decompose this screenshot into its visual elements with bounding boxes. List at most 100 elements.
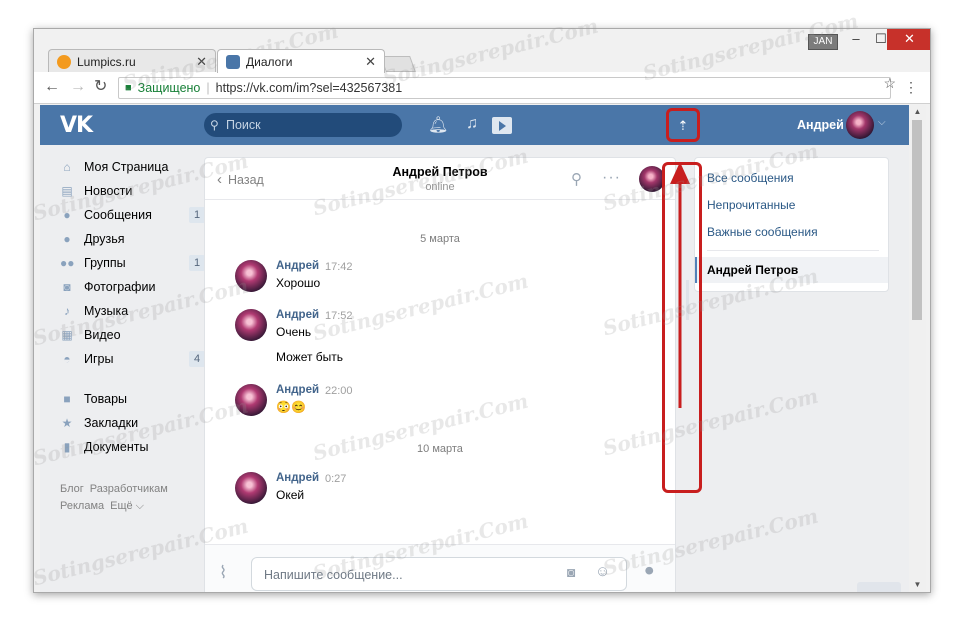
browser-window: Lumpics.ru ✕ Диалоги ✕ JAN – ☐ ✕ ← → ↻ ■…: [33, 28, 931, 593]
vk-header: VK ⚲ Поиск 🔔︎ ♫ ⇡ Андрей ⌵: [40, 105, 909, 145]
footer-link-developers[interactable]: Разработчикам: [90, 483, 168, 495]
minimize-button[interactable]: –: [842, 29, 870, 50]
back-arrow-icon[interactable]: ←: [44, 78, 60, 96]
nav-item-music[interactable]: ♪ Музыка: [60, 299, 205, 323]
secure-label: Защищено: [137, 81, 201, 95]
document-icon: ▮: [63, 440, 71, 454]
camera-icon[interactable]: ◙: [567, 564, 575, 580]
message-composer: ⌇ Напишите сообщение... ◙ ☺ ⏺: [205, 544, 675, 592]
camera-icon: ◙: [63, 280, 71, 294]
scroll-up-arrow-icon[interactable]: ▲: [909, 107, 926, 116]
tab-lumpics[interactable]: Lumpics.ru ✕: [48, 49, 216, 73]
message-author[interactable]: Андрей: [276, 309, 319, 321]
menu-dots-icon[interactable]: ⋮: [904, 78, 918, 96]
nav-label: Документы: [84, 440, 149, 454]
bell-icon[interactable]: 🔔︎: [428, 115, 448, 135]
chat-panel: ‹ Назад Андрей Петров online ⚲ ··· 5 март…: [204, 157, 676, 592]
nav-label: Группы: [84, 256, 126, 270]
profile-badge[interactable]: JAN: [808, 34, 838, 50]
nav-item-bookmarks[interactable]: ★ Закладки: [60, 411, 205, 435]
search-placeholder: Поиск: [226, 118, 261, 132]
nav-label: Фотографии: [84, 280, 156, 294]
nav-label: Друзья: [84, 232, 125, 246]
close-tab-icon[interactable]: ✕: [196, 54, 207, 70]
scrollbar-thumb[interactable]: [912, 120, 922, 320]
new-tab-button[interactable]: [380, 56, 416, 72]
nav-item-games[interactable]: ◓ Игры 4: [60, 347, 205, 371]
home-icon: ⌂: [63, 160, 71, 174]
smile-icon[interactable]: ☺: [595, 563, 610, 580]
message-text: Хорошо: [276, 276, 321, 290]
bag-icon: ■: [63, 392, 71, 406]
message-author[interactable]: Андрей: [276, 384, 319, 396]
scroll-up-button[interactable]: ⇡: [666, 108, 700, 142]
nav-label: Новости: [84, 184, 133, 198]
paperclip-icon[interactable]: ⌇: [219, 563, 227, 583]
message-time: 17:52: [325, 310, 353, 322]
message-author[interactable]: Андрей: [276, 472, 319, 484]
selected-dialog[interactable]: Андрей Петров: [695, 257, 888, 283]
vk-logo[interactable]: VK: [60, 113, 93, 138]
message-time: 22:00: [325, 385, 353, 397]
lumpics-favicon-icon: [57, 54, 71, 69]
panel-divider: [707, 250, 879, 251]
header-user-name[interactable]: Андрей: [797, 118, 844, 132]
tab-dialogs[interactable]: Диалоги ✕: [217, 49, 385, 73]
nav-item-goods[interactable]: ■ Товары: [60, 387, 205, 411]
vk-messages-favicon-icon: [226, 54, 240, 69]
avatar[interactable]: [846, 111, 874, 139]
close-tab-icon[interactable]: ✕: [365, 54, 376, 70]
bookmark-star-icon[interactable]: ☆: [883, 75, 896, 92]
filter-all-messages[interactable]: Все сообщения: [707, 171, 794, 185]
footer-link-more[interactable]: Ещё ⌵: [110, 500, 144, 512]
message-input-placeholder: Напишите сообщение...: [264, 568, 403, 582]
nav-label: Закладки: [84, 416, 139, 430]
groups-count-badge: 1: [189, 255, 205, 271]
tab-lumpics-title: Lumpics.ru: [77, 54, 136, 69]
search-input[interactable]: ⚲ Поиск: [204, 113, 402, 137]
nav-item-my-page[interactable]: ⌂ Моя Страница: [60, 155, 205, 179]
reload-icon[interactable]: ↻: [94, 78, 107, 96]
nav-item-photos[interactable]: ◙ Фотографии: [60, 275, 205, 299]
chevron-down-icon[interactable]: ⌵: [878, 117, 886, 128]
chat-header: ‹ Назад Андрей Петров online ⚲ ···: [205, 158, 675, 200]
avatar[interactable]: [235, 309, 267, 341]
music-note-icon[interactable]: ♫: [466, 115, 478, 133]
title-bar: Lumpics.ru ✕ Диалоги ✕ JAN – ☐ ✕: [34, 29, 930, 73]
play-icon[interactable]: [492, 117, 512, 134]
avatar[interactable]: [235, 384, 267, 416]
people-button[interactable]: 1 ●: [857, 582, 901, 592]
groups-icon: ●●: [60, 256, 75, 270]
avatar[interactable]: [235, 260, 267, 292]
nav-item-groups[interactable]: ●● Группы 1: [60, 251, 205, 275]
avatar[interactable]: [235, 472, 267, 504]
footer-link-ads[interactable]: Реклама: [60, 500, 104, 512]
footer-link-blog[interactable]: Блог: [60, 483, 84, 495]
address-bar[interactable]: ■ Защищено | https://vk.com/im?sel=43256…: [118, 77, 891, 99]
microphone-icon[interactable]: ⏺: [645, 561, 654, 581]
search-icon[interactable]: ⚲: [571, 170, 582, 188]
close-window-button[interactable]: ✕: [887, 29, 930, 50]
filter-unread[interactable]: Непрочитанные: [707, 198, 795, 212]
left-navigation: ⌂ Моя Страница ▤ Новости ● Сообщения 1 ● Друз…: [60, 155, 205, 515]
nav-item-messages[interactable]: ● Сообщения 1: [60, 203, 205, 227]
message-author[interactable]: Андрей: [276, 260, 319, 272]
nav-label: Музыка: [84, 304, 129, 318]
nav-item-video[interactable]: ▦ Видео: [60, 323, 205, 347]
nav-label: Видео: [84, 328, 121, 342]
lock-icon: ■: [125, 82, 132, 94]
up-arrow-icon: ⇡: [677, 118, 689, 133]
nav-item-friends[interactable]: ● Друзья: [60, 227, 205, 251]
filter-important[interactable]: Важные сообщения: [707, 225, 818, 239]
page-scrollbar[interactable]: ▲ ▼: [909, 105, 926, 592]
scroll-down-arrow-icon[interactable]: ▼: [909, 580, 926, 589]
nav-divider: [60, 371, 205, 387]
selected-dialog-label: Андрей Петров: [707, 263, 799, 277]
browser-toolbar: ← → ↻ ■ Защищено | https://vk.com/im?sel…: [34, 72, 930, 104]
nav-item-news[interactable]: ▤ Новости: [60, 179, 205, 203]
more-icon[interactable]: ···: [602, 169, 621, 187]
forward-arrow-icon[interactable]: →: [70, 78, 86, 96]
nav-item-documents[interactable]: ▮ Документы: [60, 435, 205, 459]
search-icon: ⚲: [210, 118, 219, 132]
message-text: Окей: [276, 488, 305, 502]
